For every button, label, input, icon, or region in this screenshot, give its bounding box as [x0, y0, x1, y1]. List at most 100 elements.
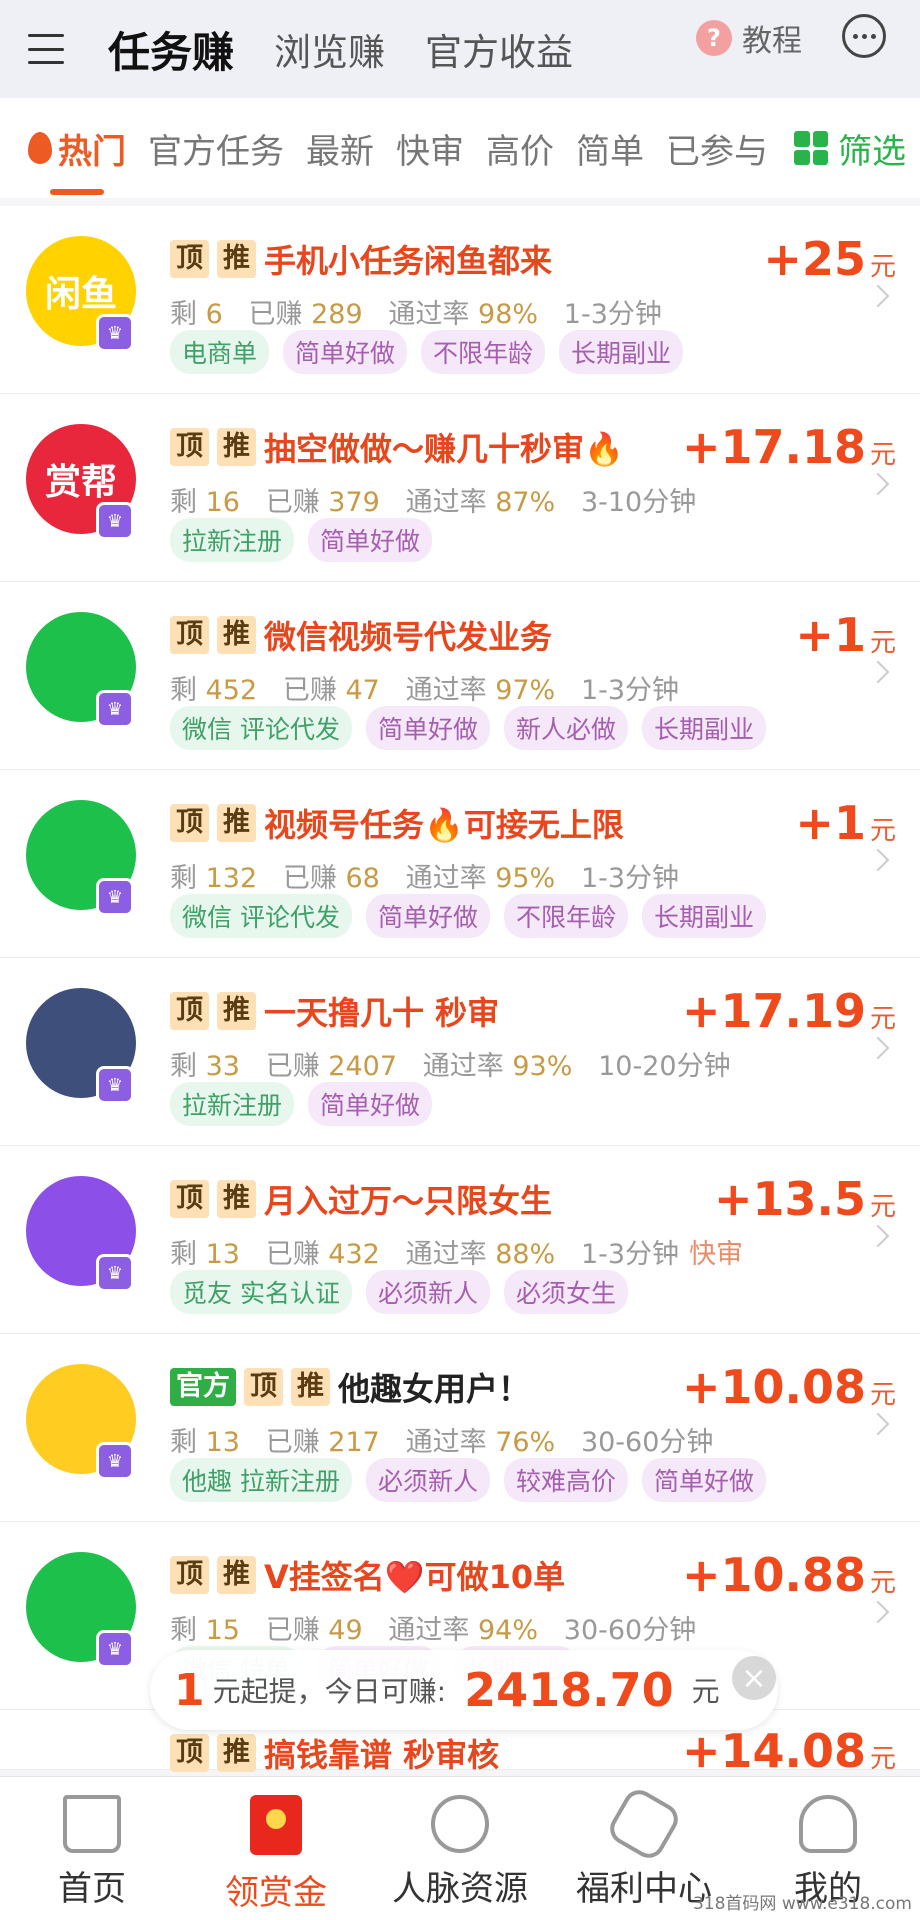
crown-icon: ♛: [96, 690, 134, 728]
min-withdraw: 1: [174, 1664, 205, 1716]
crown-icon: ♛: [96, 1442, 134, 1480]
filter-button[interactable]: 筛选: [784, 98, 920, 198]
task-title: 顶推一天撸几十 秒审: [170, 988, 499, 1034]
menu-icon[interactable]: [28, 34, 64, 64]
chevron-right-icon: [866, 472, 890, 496]
category-fast-review[interactable]: 快审: [396, 124, 464, 173]
top-badge: 顶: [170, 1180, 209, 1218]
withdraw-banner: 1 元起提，今日可赚: 2418.70 元: [150, 1650, 778, 1730]
task-label: 觅友 实名认证: [170, 1270, 352, 1314]
grid-icon: [794, 131, 828, 165]
task-title: 顶推微信视频号代发业务: [170, 612, 552, 658]
task-reward: +17.18 元: [681, 420, 896, 474]
nav-contacts[interactable]: 人脉资源: [368, 1777, 552, 1920]
task-stats: 剩 15 已赚 49 通过率 94% 30-60分钟: [170, 1615, 697, 1646]
category-official[interactable]: 官方任务: [148, 124, 284, 173]
task-label: 简单好做: [641, 1458, 766, 1502]
push-badge: 推: [217, 616, 256, 654]
push-badge: 推: [217, 240, 256, 278]
category-bar: 热门 官方任务 最新 快审 高价 简单 已参与 筛选: [0, 98, 920, 198]
top-badge: 顶: [170, 616, 209, 654]
task-label: 较难高价: [503, 1458, 628, 1502]
task-title: 顶推手机小任务闲鱼都来: [170, 236, 552, 282]
task-label: 长期副业: [641, 706, 766, 750]
task-list: 闲鱼 ♛ 顶推手机小任务闲鱼都来 剩 6 已赚 289 通过率 98% 1-3分…: [0, 206, 920, 1778]
chevron-right-icon: [866, 284, 890, 308]
task-label: 必须新人: [365, 1270, 490, 1314]
category-joined[interactable]: 已参与: [666, 124, 768, 173]
home-icon: [63, 1795, 121, 1853]
top-badge: 顶: [170, 992, 209, 1030]
flame-icon: [28, 132, 52, 164]
category-hot[interactable]: 热门: [28, 124, 126, 195]
task-reward: +10.88 元: [681, 1548, 896, 1602]
task-label: 他趣 拉新注册: [170, 1458, 352, 1502]
tab-browse-earn[interactable]: 浏览赚: [274, 22, 385, 76]
tutorial-button[interactable]: ? 教程: [696, 16, 802, 60]
task-card[interactable]: 赏帮 ♛ 顶推抽空做做～赚几十秒审🔥 剩 16 已赚 379 通过率 87% 3…: [0, 394, 920, 582]
task-reward: +25 元: [763, 232, 896, 286]
task-labels: 电商单 简单好做 不限年龄 长期副业: [170, 330, 684, 374]
chevron-right-icon: [866, 1224, 890, 1248]
task-label: 长期副业: [559, 330, 684, 374]
nav-bounty[interactable]: 领赏金: [184, 1777, 368, 1920]
category-high-price[interactable]: 高价: [486, 124, 554, 173]
task-label: 新人必做: [503, 706, 628, 750]
task-labels: 他趣 拉新注册 必须新人 较难高价 简单好做: [170, 1458, 766, 1502]
tab-official-income[interactable]: 官方收益: [425, 22, 573, 76]
task-stats: 剩 6 已赚 289 通过率 98% 1-3分钟: [170, 299, 662, 330]
task-card[interactable]: ♛ 顶推月入过万～只限女生 剩 13 已赚 432 通过率 88% 1-3分钟快…: [0, 1146, 920, 1334]
category-simple[interactable]: 简单: [576, 124, 644, 173]
task-label: 简单好做: [365, 706, 490, 750]
task-label: 简单好做: [283, 330, 408, 374]
task-label: 简单好做: [365, 894, 490, 938]
task-stats: 剩 13 已赚 217 通过率 76% 30-60分钟: [170, 1427, 714, 1458]
nav-home[interactable]: 首页: [0, 1777, 184, 1920]
task-card[interactable]: ♛ 顶推微信视频号代发业务 剩 452 已赚 47 通过率 97% 1-3分钟 …: [0, 582, 920, 770]
task-title: 顶推搞钱靠谱 秒审核: [170, 1730, 499, 1776]
task-title: 官方顶推他趣女用户！: [170, 1364, 530, 1410]
fast-review-tag: 快审: [689, 1239, 744, 1270]
task-reward: +1 元: [795, 796, 896, 850]
task-card[interactable]: ♛ 官方顶推他趣女用户！ 剩 13 已赚 217 通过率 76% 30-60分钟…: [0, 1334, 920, 1522]
task-stats: 剩 13 已赚 432 通过率 88% 1-3分钟 快审: [170, 1239, 744, 1270]
top-badge: 顶: [170, 1556, 209, 1594]
task-card[interactable]: ♛ 顶推视频号任务🔥可接无上限 剩 132 已赚 68 通过率 95% 1-3分…: [0, 770, 920, 958]
banner-unit: 元: [691, 1675, 720, 1708]
crown-icon: ♛: [96, 314, 134, 352]
task-labels: 微信 评论代发 简单好做 不限年龄 长期副业: [170, 894, 766, 938]
red-envelope-icon: [250, 1795, 302, 1855]
category-newest[interactable]: 最新: [306, 124, 374, 173]
user-icon: [799, 1795, 857, 1853]
filter-label: 筛选: [838, 131, 906, 172]
task-label: 不限年龄: [421, 330, 546, 374]
top-badge: 顶: [170, 428, 209, 466]
push-badge: 推: [217, 1556, 256, 1594]
task-label: 不限年龄: [503, 894, 628, 938]
task-reward: +14.08 元: [681, 1724, 896, 1778]
push-badge: 推: [217, 1180, 256, 1218]
top-badge: 顶: [170, 804, 209, 842]
tab-task-earn[interactable]: 任务赚: [108, 19, 234, 80]
task-reward: +13.5 元: [713, 1172, 896, 1226]
task-labels: 拉新注册 简单好做: [170, 1082, 433, 1126]
close-icon[interactable]: ×: [732, 1656, 776, 1700]
crown-icon: ♛: [96, 502, 134, 540]
task-label: 必须女生: [503, 1270, 628, 1314]
task-card[interactable]: 闲鱼 ♛ 顶推手机小任务闲鱼都来 剩 6 已赚 289 通过率 98% 1-3分…: [0, 206, 920, 394]
crown-icon: ♛: [96, 1630, 134, 1668]
task-labels: 觅友 实名认证 必须新人 必须女生: [170, 1270, 628, 1314]
today-amount: 2418.70: [464, 1663, 674, 1717]
crown-icon: ♛: [96, 1066, 134, 1104]
task-title: 顶推 V挂签名❤️可做10单: [170, 1552, 565, 1598]
task-label: 拉新注册: [170, 1082, 295, 1126]
task-card[interactable]: ♛ 顶推一天撸几十 秒审 剩 33 已赚 2407 通过率 93% 10-20分…: [0, 958, 920, 1146]
push-badge: 推: [291, 1368, 330, 1406]
task-labels: 拉新注册 简单好做: [170, 518, 433, 562]
people-icon: [431, 1795, 489, 1853]
crown-icon: ♛: [96, 878, 134, 916]
message-icon[interactable]: [842, 14, 886, 58]
chevron-right-icon: [866, 848, 890, 872]
task-label: 微信 评论代发: [170, 894, 352, 938]
top-badge: 顶: [170, 240, 209, 278]
